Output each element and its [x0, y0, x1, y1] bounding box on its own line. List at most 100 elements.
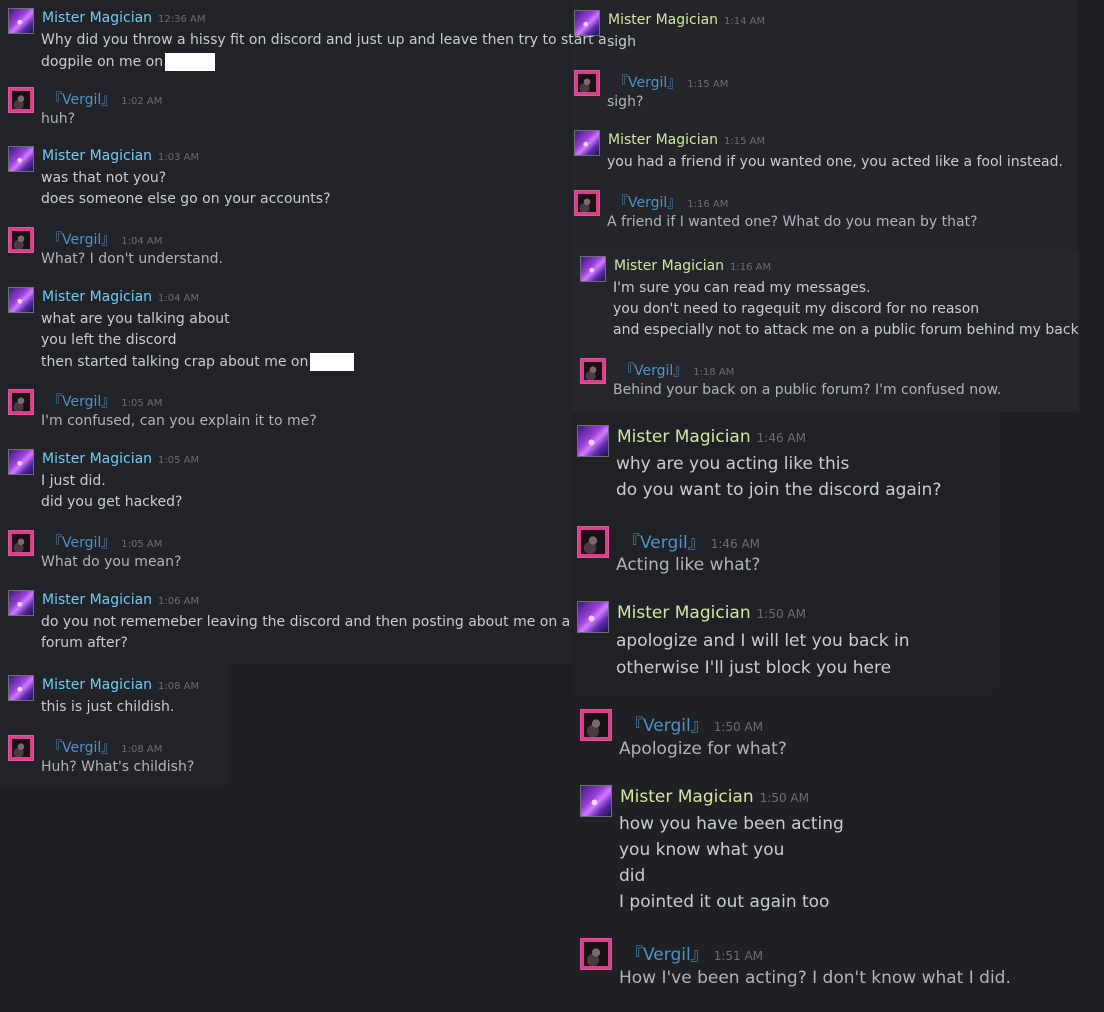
redacted-block	[165, 53, 216, 71]
message-text: do you want to join the discord again?	[616, 480, 942, 500]
sender-name[interactable]: 『Vergil』	[48, 232, 115, 248]
message-text: did you get hacked?	[41, 494, 183, 510]
message-text: was that not you?	[41, 170, 167, 186]
vergil-avatar[interactable]	[580, 358, 606, 384]
sender-name[interactable]: 『Vergil』	[626, 716, 708, 736]
message-text: How I've been acting? I don't know what …	[619, 968, 1011, 988]
sender-name[interactable]: 『Vergil』	[623, 533, 705, 553]
message-timestamp: 1:08 AM	[121, 744, 163, 755]
message-text: Apologize for what?	[619, 739, 787, 759]
vergil-avatar[interactable]	[8, 735, 34, 761]
message-text: this is just childish.	[41, 699, 175, 715]
vergil-avatar[interactable]	[8, 87, 34, 113]
sender-name[interactable]: Mister Magician	[617, 603, 751, 623]
mister-magician-avatar[interactable]	[577, 425, 609, 457]
sender-name[interactable]: Mister Magician	[614, 258, 724, 274]
sender-name[interactable]: 『Vergil』	[48, 740, 115, 756]
message-timestamp: 1:14 AM	[724, 16, 766, 27]
message-text: how you have been acting	[619, 814, 844, 834]
message-text: you don't need to ragequit my discord fo…	[613, 301, 980, 317]
message-timestamp: 1:46 AM	[756, 431, 806, 445]
message-text: I'm confused, can you explain it to me?	[41, 413, 317, 429]
sender-name[interactable]: 『Vergil』	[48, 394, 115, 410]
sender-name[interactable]: Mister Magician	[620, 787, 754, 807]
message-text: Why did you throw a hissy fit on discord…	[41, 32, 607, 48]
sender-name[interactable]: 『Vergil』	[48, 92, 115, 108]
message-text: do you not rememeber leaving the discord…	[41, 614, 571, 630]
message-text: Behind your back on a public forum? I'm …	[613, 382, 1002, 398]
sender-name[interactable]: 『Vergil』	[614, 75, 681, 91]
mister-magician-avatar[interactable]	[8, 675, 34, 701]
message-timestamp: 1:03 AM	[158, 152, 200, 163]
sender-name[interactable]: 『Vergil』	[626, 945, 708, 965]
vergil-avatar[interactable]	[580, 938, 612, 970]
message-text: Acting like what?	[616, 555, 761, 575]
message-timestamp: 1:04 AM	[158, 293, 200, 304]
redacted-block	[310, 353, 355, 371]
message-text: What? I don't understand.	[41, 251, 223, 267]
sender-name[interactable]: 『Vergil』	[48, 535, 115, 551]
sender-name[interactable]: Mister Magician	[42, 10, 152, 26]
mister-magician-avatar[interactable]	[8, 287, 34, 313]
mister-magician-avatar[interactable]	[574, 10, 600, 36]
mister-magician-avatar[interactable]	[8, 590, 34, 616]
message-timestamp: 1:08 AM	[158, 681, 200, 692]
message-timestamp: 1:51 AM	[713, 949, 764, 963]
message-timestamp: 1:04 AM	[121, 236, 163, 247]
message-timestamp: 1:18 AM	[693, 367, 735, 378]
sender-name[interactable]: Mister Magician	[42, 677, 152, 693]
sender-name[interactable]: Mister Magician	[617, 427, 751, 447]
mister-magician-avatar[interactable]	[574, 130, 600, 156]
sender-name[interactable]: Mister Magician	[608, 12, 718, 28]
sender-name[interactable]: Mister Magician	[42, 289, 152, 305]
message-timestamp: 1:50 AM	[759, 791, 809, 805]
mister-magician-avatar[interactable]	[8, 449, 34, 475]
sender-name[interactable]: Mister Magician	[42, 451, 152, 467]
message-text: then started talking crap about me on	[41, 353, 355, 371]
mister-magician-avatar[interactable]	[580, 785, 612, 817]
vergil-avatar[interactable]	[8, 227, 34, 253]
message-text: I pointed it out again too	[619, 892, 830, 912]
sender-name[interactable]: 『Vergil』	[614, 195, 681, 211]
vergil-avatar[interactable]	[8, 389, 34, 415]
vergil-avatar[interactable]	[574, 190, 600, 216]
message-timestamp: 1:16 AM	[730, 262, 772, 273]
message-text: huh?	[41, 111, 76, 127]
message-text: what are you talking about	[41, 311, 230, 327]
message-text: What do you mean?	[41, 554, 182, 570]
mister-magician-avatar[interactable]	[580, 256, 606, 282]
sender-name[interactable]: Mister Magician	[42, 148, 152, 164]
message-text: Huh? What's childish?	[41, 759, 195, 775]
message-timestamp: 1:05 AM	[121, 539, 163, 550]
message-timestamp: 1:05 AM	[158, 455, 200, 466]
message-timestamp: 1:15 AM	[687, 79, 729, 90]
mister-magician-avatar[interactable]	[8, 146, 34, 172]
sender-name[interactable]: 『Vergil』	[620, 363, 687, 379]
message-text: why are you acting like this	[616, 454, 850, 474]
message-text: you know what you	[619, 840, 785, 860]
message-timestamp: 1:15 AM	[724, 136, 766, 147]
vergil-avatar[interactable]	[8, 530, 34, 556]
message-text: and especially not to attack me on a pub…	[613, 322, 1079, 338]
message-text: forum after?	[41, 635, 128, 651]
message-timestamp: 1:16 AM	[687, 199, 729, 210]
message-timestamp: 1:50 AM	[713, 720, 764, 734]
message-timestamp: 12:36 AM	[158, 14, 206, 25]
message-text: you left the discord	[41, 332, 177, 348]
vergil-avatar[interactable]	[574, 70, 600, 96]
message-timestamp: 1:06 AM	[158, 596, 200, 607]
sender-name[interactable]: Mister Magician	[42, 592, 152, 608]
message-text: I just did.	[41, 473, 106, 489]
sender-name[interactable]: Mister Magician	[608, 132, 718, 148]
message-text: otherwise I'll just block you here	[616, 658, 892, 678]
mister-magician-avatar[interactable]	[8, 8, 34, 34]
message-text: sigh	[607, 34, 636, 50]
message-text: sigh?	[607, 94, 644, 110]
vergil-avatar[interactable]	[577, 526, 609, 558]
message-text: dogpile on me on	[41, 53, 216, 71]
message-text: I'm sure you can read my messages.	[613, 280, 871, 296]
vergil-avatar[interactable]	[580, 709, 612, 741]
mister-magician-avatar[interactable]	[577, 601, 609, 633]
message-text: apologize and I will let you back in	[616, 631, 910, 651]
message-text: did	[619, 866, 646, 886]
